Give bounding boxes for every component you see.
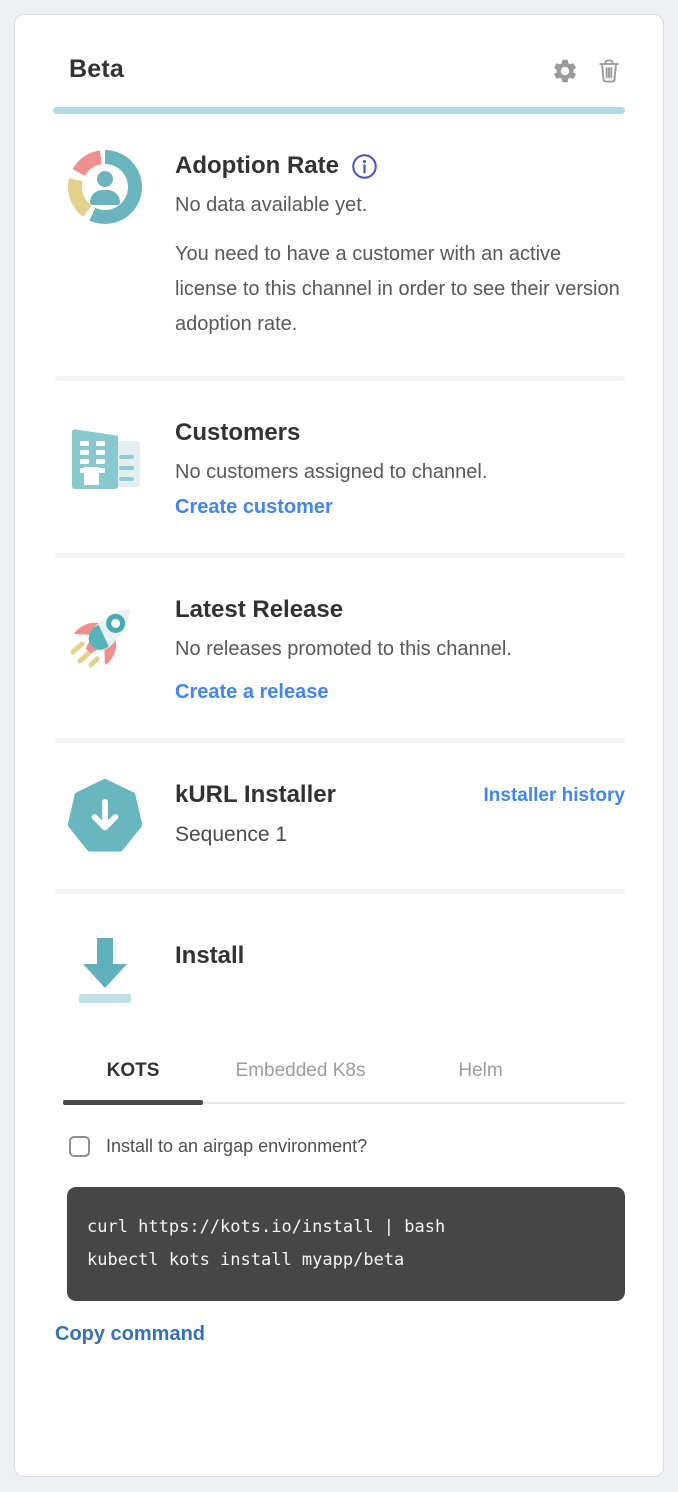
section-adoption-rate: Adoption Rate No data available yet. You…: [53, 114, 625, 376]
adoption-rate-title: Adoption Rate: [175, 152, 339, 180]
adoption-rate-description: You need to have a customer with an acti…: [175, 237, 625, 342]
channel-accent-bar: [53, 107, 625, 114]
installer-sequence: Sequence 1: [175, 823, 625, 847]
customers-empty-message: No customers assigned to channel.: [175, 461, 625, 484]
kurl-installer-icon: [67, 779, 143, 855]
tab-helm[interactable]: Helm: [398, 1050, 563, 1102]
kurl-installer-title: kURL Installer: [175, 781, 336, 809]
installer-history-link[interactable]: Installer history: [484, 785, 626, 807]
card-header: Beta: [53, 51, 625, 85]
adoption-rate-donut-icon: [68, 150, 142, 224]
install-tabs: KOTS Embedded K8s Helm: [63, 1050, 625, 1104]
latest-release-title: Latest Release: [175, 596, 625, 624]
section-latest-release: Latest Release No releases promoted to t…: [53, 558, 625, 738]
info-icon[interactable]: [351, 153, 378, 180]
section-customers: Customers No customers assigned to chann…: [53, 381, 625, 553]
install-download-icon: [67, 930, 143, 1010]
section-install: Install: [53, 894, 625, 1010]
airgap-checkbox[interactable]: [69, 1136, 90, 1157]
adoption-rate-empty-message: No data available yet.: [175, 194, 625, 217]
customers-title: Customers: [175, 419, 625, 447]
header-actions: [551, 57, 623, 85]
channel-card: Beta Ad: [14, 14, 664, 1477]
airgap-option-row: Install to an airgap environment?: [69, 1136, 625, 1157]
section-kurl-installer: kURL Installer Installer history Sequenc…: [53, 743, 625, 889]
latest-release-empty-message: No releases promoted to this channel.: [175, 638, 625, 661]
trash-icon[interactable]: [595, 57, 623, 85]
create-release-link[interactable]: Create a release: [175, 681, 328, 704]
customers-building-icon: [67, 421, 143, 497]
install-title: Install: [175, 942, 625, 970]
install-command-block: curl https://kots.io/install | bash kube…: [67, 1187, 625, 1301]
channel-name: Beta: [69, 55, 124, 84]
tab-embedded-k8s[interactable]: Embedded K8s: [203, 1050, 398, 1102]
tab-kots[interactable]: KOTS: [63, 1050, 203, 1102]
command-line-2: kubectl kots install myapp/beta: [87, 1244, 605, 1277]
create-customer-link[interactable]: Create customer: [175, 496, 333, 519]
copy-command-link[interactable]: Copy command: [55, 1323, 205, 1346]
rocket-icon: [65, 594, 145, 674]
airgap-label: Install to an airgap environment?: [106, 1136, 367, 1157]
gear-icon[interactable]: [551, 57, 579, 85]
command-line-1: curl https://kots.io/install | bash: [87, 1211, 605, 1244]
